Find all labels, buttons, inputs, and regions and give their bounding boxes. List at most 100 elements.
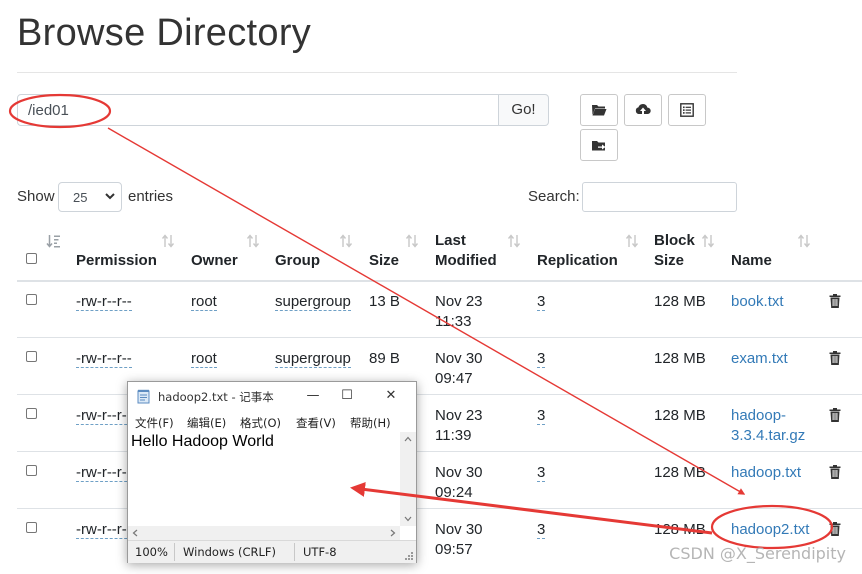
menu-edit[interactable]: 编辑(E)	[187, 415, 226, 431]
file-name-line1: book.txt	[731, 293, 784, 310]
modified-date: Nov 30	[435, 464, 483, 481]
modified-time: 11:39	[435, 427, 472, 444]
scroll-up-icon[interactable]	[404, 436, 412, 442]
replication-cell[interactable]: 3	[537, 407, 546, 425]
permission-cell[interactable]: -rw-r--r--	[76, 350, 132, 368]
list-icon	[680, 103, 694, 117]
header-owner[interactable]: Owner	[191, 251, 238, 271]
entries-label: entries	[128, 188, 174, 205]
modified-cell: Nov 30 09:57	[435, 520, 483, 560]
search-input[interactable]	[582, 182, 737, 212]
title-divider	[17, 72, 737, 73]
folder-move-icon	[592, 141, 606, 151]
replication-cell[interactable]: 3	[537, 350, 546, 368]
notepad-content: Hello Hadoop World	[131, 433, 274, 450]
file-name-line1: hadoop2.txt	[731, 521, 810, 538]
directory-path-input[interactable]	[17, 94, 499, 126]
resize-grip-icon[interactable]	[404, 551, 414, 561]
file-name-link[interactable]: hadoop.txt	[731, 463, 801, 483]
scroll-down-icon[interactable]	[404, 516, 412, 522]
trash-icon[interactable]	[829, 465, 841, 479]
group-cell[interactable]: supergroup	[275, 350, 351, 368]
select-all-checkbox[interactable]	[26, 253, 37, 264]
notepad-window: hadoop2.txt - 记事本 — ☐ ✕ 文件(F) 编辑(E) 格式(O…	[127, 381, 417, 563]
modified-time: 09:24	[435, 484, 473, 501]
sort-arrows-icon[interactable]	[246, 234, 260, 248]
row-checkbox[interactable]	[26, 351, 37, 362]
sort-arrows-icon[interactable]	[507, 234, 521, 248]
vertical-scrollbar[interactable]	[400, 432, 416, 526]
file-name-line1: hadoop-	[731, 407, 787, 424]
row-checkbox[interactable]	[26, 294, 37, 305]
trash-icon[interactable]	[829, 522, 841, 536]
scroll-left-icon[interactable]	[132, 529, 138, 537]
horizontal-scrollbar[interactable]	[128, 526, 400, 540]
close-button[interactable]: ✕	[374, 385, 408, 407]
header-size[interactable]: Size	[369, 251, 399, 271]
modified-date: Nov 30	[435, 521, 483, 538]
move-button[interactable]	[580, 129, 618, 161]
upload-button[interactable]	[624, 94, 662, 126]
sort-numeric-icon[interactable]	[46, 234, 62, 248]
notepad-title-bar[interactable]: hadoop2.txt - 记事本 — ☐ ✕	[128, 382, 416, 410]
page-title: Browse Directory	[17, 12, 312, 54]
go-button[interactable]: Go!	[499, 94, 549, 126]
notepad-text-area[interactable]: Hello Hadoop World	[128, 432, 400, 526]
trash-icon[interactable]	[829, 351, 841, 365]
header-replication[interactable]: Replication	[537, 251, 618, 271]
modified-cell: Nov 30 09:47	[435, 349, 483, 389]
size-cell: 89 B	[369, 350, 400, 367]
permission-cell[interactable]: -rw-r--r--	[76, 464, 132, 482]
sort-arrows-icon[interactable]	[161, 234, 175, 248]
entries-select[interactable]: 25	[58, 182, 122, 212]
sort-arrows-icon[interactable]	[405, 234, 419, 248]
header-permission[interactable]: Permission	[76, 251, 157, 271]
replication-cell[interactable]: 3	[537, 293, 546, 311]
header-block-size-line2: Size	[654, 252, 685, 269]
menu-file[interactable]: 文件(F)	[135, 415, 174, 431]
row-checkbox[interactable]	[26, 408, 37, 419]
menu-help[interactable]: 帮助(H)	[350, 415, 391, 431]
permission-cell[interactable]: -rw-r--r--	[76, 407, 132, 425]
sort-arrows-icon[interactable]	[339, 234, 353, 248]
entries-value: 25	[73, 190, 88, 205]
file-name-line1: hadoop.txt	[731, 464, 802, 481]
list-view-button[interactable]	[668, 94, 706, 126]
file-name-link[interactable]: hadoop2.txt	[731, 520, 809, 540]
upload-icon	[635, 103, 651, 116]
modified-date: Nov 30	[435, 350, 483, 367]
create-directory-button[interactable]	[580, 94, 618, 126]
replication-cell[interactable]: 3	[537, 464, 546, 482]
menu-view[interactable]: 查看(V)	[296, 415, 336, 431]
sort-arrows-icon[interactable]	[701, 234, 715, 248]
owner-cell[interactable]: root	[191, 350, 217, 368]
replication-cell[interactable]: 3	[537, 521, 546, 539]
menu-format[interactable]: 格式(O)	[240, 415, 281, 431]
header-block-size[interactable]: Block Size	[654, 231, 695, 271]
file-name-link[interactable]: book.txt	[731, 292, 784, 312]
modified-cell: Nov 23 11:39	[435, 406, 483, 446]
minimize-button[interactable]: —	[296, 385, 330, 407]
header-last-modified[interactable]: Last Modified	[435, 231, 497, 271]
row-checkbox[interactable]	[26, 522, 37, 533]
folder-open-icon	[592, 105, 607, 116]
show-label: Show	[17, 188, 55, 205]
permission-cell[interactable]: -rw-r--r--	[76, 293, 132, 311]
modified-cell: Nov 23 11:33	[435, 292, 483, 332]
modified-date: Nov 23	[435, 407, 483, 424]
scroll-right-icon[interactable]	[390, 529, 396, 537]
group-cell[interactable]: supergroup	[275, 293, 351, 311]
permission-cell[interactable]: -rw-r--r--	[76, 521, 132, 539]
owner-cell[interactable]: root	[191, 293, 217, 311]
trash-icon[interactable]	[829, 408, 841, 422]
row-checkbox[interactable]	[26, 465, 37, 476]
file-name-line1: exam.txt	[731, 350, 788, 367]
maximize-button[interactable]: ☐	[330, 385, 364, 407]
file-name-link[interactable]: hadoop- 3.3.4.tar.gz	[731, 406, 805, 446]
file-name-link[interactable]: exam.txt	[731, 349, 788, 369]
sort-arrows-icon[interactable]	[625, 234, 639, 248]
header-name[interactable]: Name	[731, 251, 772, 271]
trash-icon[interactable]	[829, 294, 841, 308]
header-group[interactable]: Group	[275, 251, 320, 271]
sort-arrows-icon[interactable]	[797, 234, 811, 248]
